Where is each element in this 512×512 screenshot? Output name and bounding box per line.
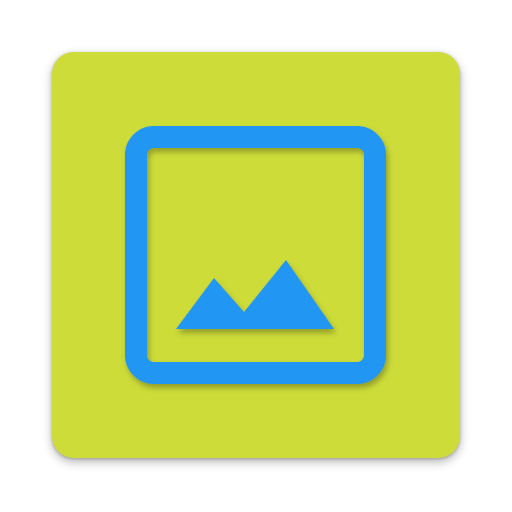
picture-frame bbox=[125, 126, 386, 384]
mountains-shape bbox=[176, 260, 334, 329]
image-icon bbox=[125, 126, 386, 384]
app-icon bbox=[0, 0, 512, 512]
